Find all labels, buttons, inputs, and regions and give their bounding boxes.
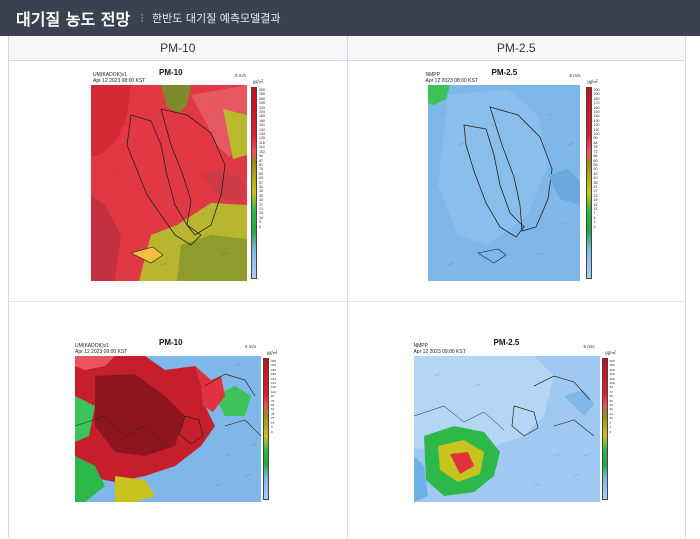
forecast-map-image: [413, 356, 600, 502]
forecast-map-image: [91, 85, 247, 281]
wind-scale-label: 5 m/s: [583, 344, 595, 349]
color-scale-bar: [601, 358, 608, 500]
column-headers: PM-10 PM-2.5: [9, 36, 685, 61]
map-title: PM-10: [159, 68, 183, 77]
forecast-panel: PM-10 PM-2.5 PM-10 UM(KADOK)v1 Apr 12 20…: [8, 36, 686, 539]
map-model-date: NMPP Apr 12 2023 09:00 KST: [414, 343, 466, 355]
map-cell-pm10-korea: PM-10 UM(KADOK)v1 Apr 12 2023 08:00 KST …: [9, 61, 348, 301]
map-title: PM-2.5: [491, 68, 518, 77]
unit-label: ㎍/㎥: [253, 79, 264, 84]
map-cell-pm25-korea: PM-2.5 NMPP Apr 12 2023 08:00 KST 5 m/s …: [348, 61, 686, 301]
color-scale-labels: 300 260 220 180 151 134 118 102 87 75 63 51 39 27 15 5 0: [271, 359, 277, 434]
map-cell-pm25-east-asia: PM-2.5 NMPP Apr 12 2023 09:00 KST 5 m/s …: [348, 302, 686, 539]
color-scale-labels: 200 180 160 140 120 100 84 72 60 50 40 31 23 15 7 1 0: [609, 359, 615, 434]
map-date: Apr 12 2023 09:00 KST: [413, 349, 466, 355]
map-cell-pm10-east-asia: PM-10 UM(KADOK)v1 Apr 12 2023 09:00 KST …: [9, 302, 348, 539]
title-divider: ⁝: [140, 11, 145, 25]
page-subtitle: 한반도 대기질 예측모델결과: [152, 12, 281, 25]
color-scale-labels: 200 190 180 170 160 150 140 130 120 110 100 90 84 78 7…: [593, 88, 600, 229]
page-header: 대기질 농도 전망 ⁝ 한반도 대기질 예측모델결과: [0, 0, 700, 36]
color-scale-bar: [263, 358, 269, 500]
color-scale-bar: [251, 87, 257, 279]
map-model-date: UM(KADOK)v1 Apr 12 2023 09:00 KST: [75, 343, 127, 355]
map-date: Apr 12 2023 08:00 KST: [93, 78, 146, 84]
map-title: PM-10: [159, 338, 183, 347]
map-date: Apr 12 2023 08:00 KST: [425, 78, 478, 84]
column-header-pm25: PM-2.5: [496, 41, 536, 55]
wind-scale-label: 5 m/s: [245, 344, 257, 349]
forecast-row-east-asia: PM-10 UM(KADOK)v1 Apr 12 2023 09:00 KST …: [9, 302, 685, 539]
forecast-row-korea: PM-10 UM(KADOK)v1 Apr 12 2023 08:00 KST …: [9, 61, 685, 302]
map-title: PM-2.5: [493, 338, 520, 347]
unit-label: ㎍/㎥: [587, 79, 598, 84]
forecast-map-image: [427, 85, 580, 281]
page-title: 대기질 농도 전망: [16, 10, 131, 29]
map-date: Apr 12 2023 09:00 KST: [75, 349, 128, 355]
wind-scale-label: 5 m/s: [235, 73, 247, 78]
map-model-date: NMPP Apr 12 2023 08:00 KST: [426, 72, 478, 84]
wind-scale-label: 5 m/s: [569, 73, 581, 78]
color-scale-labels: 300 280 260 240 220 200 180 160 151 142 134 126 118 1…: [259, 88, 265, 229]
map-model-date: UM(KADOK)v1 Apr 12 2023 08:00 KST: [93, 72, 145, 84]
unit-label: ㎍/㎥: [605, 350, 616, 355]
forecast-map-image: [75, 356, 261, 502]
color-scale-bar: [585, 87, 592, 279]
unit-label: ㎍/㎥: [267, 350, 278, 355]
column-header-pm10: PM-10: [9, 36, 348, 60]
